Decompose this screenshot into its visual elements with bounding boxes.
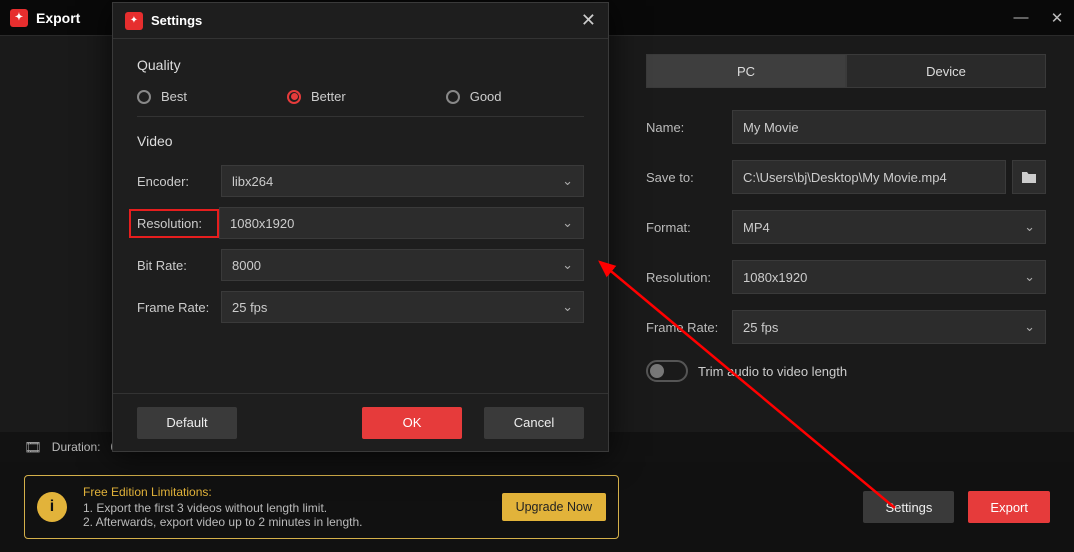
chevron-down-icon: ⌄ <box>562 257 573 273</box>
app-icon: ✦ <box>10 9 28 27</box>
modal-resolution-select[interactable]: 1080x1920⌄ <box>219 207 584 239</box>
bottom-bar: i Free Edition Limitations: 1. Export th… <box>0 462 1074 552</box>
app-icon: ✦ <box>125 12 143 30</box>
chevron-down-icon: ⌄ <box>1024 219 1035 235</box>
framerate-label: Frame Rate: <box>646 320 732 335</box>
tab-device[interactable]: Device <box>846 54 1046 88</box>
encoder-select[interactable]: libx264⌄ <box>221 165 584 197</box>
info-icon: i <box>37 492 67 522</box>
radio-icon <box>137 90 151 104</box>
bitrate-label: Bit Rate: <box>137 253 221 278</box>
upgrade-button[interactable]: Upgrade Now <box>502 493 606 521</box>
chevron-down-icon: ⌄ <box>1024 269 1035 285</box>
bitrate-select[interactable]: 8000⌄ <box>221 249 584 281</box>
radio-icon <box>287 90 301 104</box>
saveto-input[interactable]: C:\Users\bj\Desktop\My Movie.mp4 <box>732 160 1006 194</box>
format-label: Format: <box>646 220 732 235</box>
export-panel: PC Device Name: My Movie Save to: C:\Use… <box>646 54 1046 382</box>
limitations-title: Free Edition Limitations: <box>83 485 363 499</box>
film-icon: 🎞 <box>24 439 42 456</box>
chevron-down-icon: ⌄ <box>562 173 573 189</box>
limitations-line1: 1. Export the first 3 videos without len… <box>83 501 363 515</box>
modal-framerate-select[interactable]: 25 fps⌄ <box>221 291 584 323</box>
resolution-label: Resolution: <box>646 270 732 285</box>
chevron-down-icon: ⌄ <box>562 299 573 315</box>
cancel-button[interactable]: Cancel <box>484 407 584 439</box>
chevron-down-icon: ⌄ <box>562 215 573 231</box>
chevron-down-icon: ⌄ <box>1024 319 1035 335</box>
window-title: Export <box>36 10 80 26</box>
limitations-line2: 2. Afterwards, export video up to 2 minu… <box>83 515 363 529</box>
trim-audio-label: Trim audio to video length <box>698 364 847 379</box>
resolution-select[interactable]: 1080x1920 ⌄ <box>732 260 1046 294</box>
saveto-label: Save to: <box>646 170 732 185</box>
folder-icon <box>1021 170 1037 184</box>
encoder-label: Encoder: <box>137 169 221 194</box>
format-select[interactable]: MP4 ⌄ <box>732 210 1046 244</box>
dialog-close-button[interactable]: ✕ <box>581 10 596 31</box>
browse-button[interactable] <box>1012 160 1046 194</box>
name-input[interactable]: My Movie <box>732 110 1046 144</box>
export-button[interactable]: Export <box>968 491 1050 523</box>
quality-section-title: Quality <box>137 57 584 73</box>
modal-resolution-label: Resolution: <box>129 209 219 238</box>
close-window-button[interactable]: ✕ <box>1050 11 1064 25</box>
dialog-title: Settings <box>151 13 202 28</box>
trim-audio-toggle[interactable] <box>646 360 688 382</box>
minimize-button[interactable]: — <box>1014 11 1028 25</box>
default-button[interactable]: Default <box>137 407 237 439</box>
duration-label: Duration: <box>52 440 101 454</box>
ok-button[interactable]: OK <box>362 407 462 439</box>
quality-radio-good[interactable]: Good <box>446 89 502 104</box>
video-section-title: Video <box>137 133 584 149</box>
tab-pc[interactable]: PC <box>646 54 846 88</box>
modal-framerate-label: Frame Rate: <box>137 295 221 320</box>
quality-radio-best[interactable]: Best <box>137 89 187 104</box>
settings-dialog: ✦ Settings ✕ Quality Best Better Good Vi… <box>112 2 609 452</box>
limitations-box: i Free Edition Limitations: 1. Export th… <box>24 475 619 539</box>
radio-icon <box>446 90 460 104</box>
name-label: Name: <box>646 120 732 135</box>
framerate-select[interactable]: 25 fps ⌄ <box>732 310 1046 344</box>
settings-button[interactable]: Settings <box>863 491 954 523</box>
quality-radio-better[interactable]: Better <box>287 89 346 104</box>
